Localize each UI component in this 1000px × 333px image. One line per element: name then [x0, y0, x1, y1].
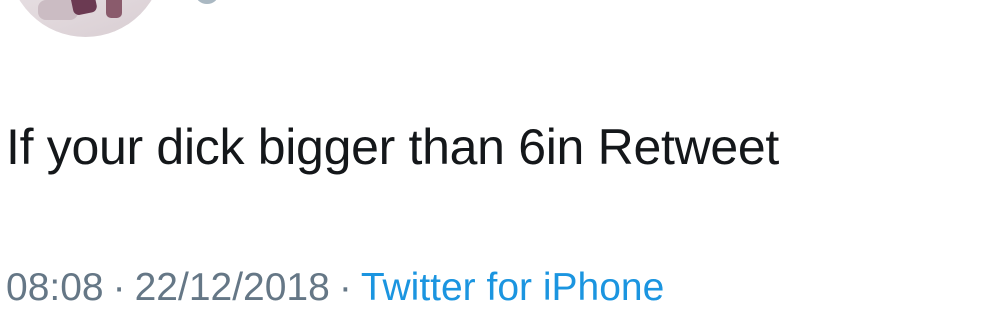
avatar-photo-shape	[106, 0, 122, 18]
tweet-time[interactable]: 08:08	[6, 266, 104, 309]
tweet-text: If your dick bigger than 6in Retweet	[6, 119, 779, 175]
meta-separator: ·	[338, 266, 352, 309]
tweet-metadata: 08:08 · 22/12/2018 · Twitter for iPhone	[6, 262, 664, 314]
meta-separator: ·	[112, 266, 126, 309]
tweet-date[interactable]: 22/12/2018	[135, 266, 330, 309]
tweet-card: If your dick bigger than 6in Retweet 08:…	[0, 0, 1000, 333]
avatar[interactable]	[8, 0, 163, 37]
tweet-source-link[interactable]: Twitter for iPhone	[361, 266, 664, 309]
verified-badge-icon	[196, 0, 218, 4]
